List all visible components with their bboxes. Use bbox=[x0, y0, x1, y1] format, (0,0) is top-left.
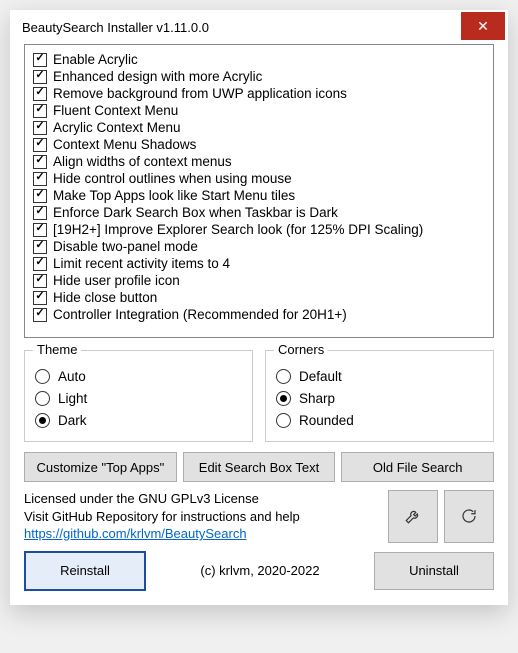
close-icon: ✕ bbox=[477, 19, 489, 33]
checklist-item-label: Remove background from UWP application i… bbox=[53, 85, 347, 102]
corners-option[interactable]: Default bbox=[276, 365, 483, 387]
github-link[interactable]: https://github.com/krlvm/BeautySearch bbox=[24, 526, 247, 541]
license-line2: Visit GitHub Repository for instructions… bbox=[24, 509, 300, 524]
checklist-item[interactable]: Controller Integration (Recommended for … bbox=[29, 306, 489, 323]
bottom-row: Reinstall (c) krlvm, 2020-2022 Uninstall bbox=[24, 551, 494, 591]
theme-option[interactable]: Light bbox=[35, 387, 242, 409]
settings-button[interactable] bbox=[388, 490, 438, 543]
checkbox-icon[interactable] bbox=[33, 70, 47, 84]
close-button[interactable]: ✕ bbox=[461, 12, 505, 40]
edit-search-box-button[interactable]: Edit Search Box Text bbox=[183, 452, 336, 482]
checkbox-icon[interactable] bbox=[33, 189, 47, 203]
checklist-item-label: Enforce Dark Search Box when Taskbar is … bbox=[53, 204, 338, 221]
checkbox-icon[interactable] bbox=[33, 172, 47, 186]
checklist-item-label: Fluent Context Menu bbox=[53, 102, 178, 119]
radio-icon[interactable] bbox=[35, 413, 50, 428]
radio-icon[interactable] bbox=[35, 369, 50, 384]
license-line1: Licensed under the GNU GPLv3 License bbox=[24, 491, 259, 506]
checklist-item[interactable]: Hide close button bbox=[29, 289, 489, 306]
info-row: Licensed under the GNU GPLv3 License Vis… bbox=[24, 490, 494, 543]
customize-top-apps-button[interactable]: Customize "Top Apps" bbox=[24, 452, 177, 482]
corners-option-label: Rounded bbox=[299, 413, 354, 428]
radio-icon[interactable] bbox=[276, 413, 291, 428]
checklist-item-label: Align widths of context menus bbox=[53, 153, 232, 170]
checklist-item-label: Acrylic Context Menu bbox=[53, 119, 181, 136]
corners-legend: Corners bbox=[274, 342, 328, 357]
theme-group: Theme AutoLightDark bbox=[24, 350, 253, 442]
checkbox-icon[interactable] bbox=[33, 206, 47, 220]
corners-group: Corners DefaultSharpRounded bbox=[265, 350, 494, 442]
checklist-item-label: Controller Integration (Recommended for … bbox=[53, 306, 347, 323]
checkbox-icon[interactable] bbox=[33, 274, 47, 288]
theme-option[interactable]: Dark bbox=[35, 409, 242, 431]
corners-option[interactable]: Rounded bbox=[276, 409, 483, 431]
radio-icon[interactable] bbox=[35, 391, 50, 406]
checklist-item[interactable]: Make Top Apps look like Start Menu tiles bbox=[29, 187, 489, 204]
checklist-item-label: Hide control outlines when using mouse bbox=[53, 170, 292, 187]
radio-icon[interactable] bbox=[276, 369, 291, 384]
copyright-text: (c) krlvm, 2020-2022 bbox=[152, 563, 368, 578]
reinstall-button[interactable]: Reinstall bbox=[24, 551, 146, 591]
checklist-item[interactable]: Acrylic Context Menu bbox=[29, 119, 489, 136]
checkbox-icon[interactable] bbox=[33, 223, 47, 237]
wrench-icon bbox=[404, 507, 422, 525]
checklist-item-label: Hide close button bbox=[53, 289, 157, 306]
checklist-item-label: Enhanced design with more Acrylic bbox=[53, 68, 262, 85]
checkbox-icon[interactable] bbox=[33, 87, 47, 101]
groups-row: Theme AutoLightDark Corners DefaultSharp… bbox=[24, 350, 494, 442]
theme-option-label: Light bbox=[58, 391, 87, 406]
checklist-item[interactable]: Enforce Dark Search Box when Taskbar is … bbox=[29, 204, 489, 221]
checkbox-icon[interactable] bbox=[33, 308, 47, 322]
theme-legend: Theme bbox=[33, 342, 81, 357]
checklist-item[interactable]: Align widths of context menus bbox=[29, 153, 489, 170]
radio-icon[interactable] bbox=[276, 391, 291, 406]
checklist-item[interactable]: Context Menu Shadows bbox=[29, 136, 489, 153]
action-buttons-row: Customize "Top Apps" Edit Search Box Tex… bbox=[24, 452, 494, 482]
corners-option-label: Default bbox=[299, 369, 342, 384]
corners-option[interactable]: Sharp bbox=[276, 387, 483, 409]
checklist-item-label: Limit recent activity items to 4 bbox=[53, 255, 230, 272]
checklist-item[interactable]: Remove background from UWP application i… bbox=[29, 85, 489, 102]
checkbox-icon[interactable] bbox=[33, 138, 47, 152]
checklist-item-label: Context Menu Shadows bbox=[53, 136, 196, 153]
refresh-icon bbox=[460, 507, 478, 525]
checklist-item[interactable]: Hide user profile icon bbox=[29, 272, 489, 289]
checkbox-icon[interactable] bbox=[33, 257, 47, 271]
checklist-item[interactable]: Fluent Context Menu bbox=[29, 102, 489, 119]
checklist-item[interactable]: [19H2+] Improve Explorer Search look (fo… bbox=[29, 221, 489, 238]
corners-option-label: Sharp bbox=[299, 391, 335, 406]
titlebar: BeautySearch Installer v1.11.0.0 ✕ bbox=[10, 10, 508, 44]
theme-option-label: Dark bbox=[58, 413, 87, 428]
checkbox-icon[interactable] bbox=[33, 53, 47, 67]
checklist-item-label: Hide user profile icon bbox=[53, 272, 180, 289]
checklist-item[interactable]: Hide control outlines when using mouse bbox=[29, 170, 489, 187]
checklist-item[interactable]: Enable Acrylic bbox=[29, 51, 489, 68]
checklist-item-label: Disable two-panel mode bbox=[53, 238, 198, 255]
checklist-item-label: Make Top Apps look like Start Menu tiles bbox=[53, 187, 295, 204]
content-area: Enable AcrylicEnhanced design with more … bbox=[10, 44, 508, 605]
window-title: BeautySearch Installer v1.11.0.0 bbox=[22, 20, 461, 35]
checklist-item[interactable]: Enhanced design with more Acrylic bbox=[29, 68, 489, 85]
checkbox-icon[interactable] bbox=[33, 104, 47, 118]
checklist-item[interactable]: Limit recent activity items to 4 bbox=[29, 255, 489, 272]
installer-window: BeautySearch Installer v1.11.0.0 ✕ Enabl… bbox=[10, 10, 508, 605]
checkbox-icon[interactable] bbox=[33, 155, 47, 169]
old-file-search-button[interactable]: Old File Search bbox=[341, 452, 494, 482]
options-checklist[interactable]: Enable AcrylicEnhanced design with more … bbox=[24, 44, 494, 338]
checkbox-icon[interactable] bbox=[33, 240, 47, 254]
checkbox-icon[interactable] bbox=[33, 121, 47, 135]
theme-option-label: Auto bbox=[58, 369, 86, 384]
license-info: Licensed under the GNU GPLv3 License Vis… bbox=[24, 490, 382, 543]
refresh-button[interactable] bbox=[444, 490, 494, 543]
checkbox-icon[interactable] bbox=[33, 291, 47, 305]
uninstall-button[interactable]: Uninstall bbox=[374, 552, 494, 590]
checklist-item-label: [19H2+] Improve Explorer Search look (fo… bbox=[53, 221, 423, 238]
checklist-item-label: Enable Acrylic bbox=[53, 51, 138, 68]
theme-option[interactable]: Auto bbox=[35, 365, 242, 387]
checklist-item[interactable]: Disable two-panel mode bbox=[29, 238, 489, 255]
